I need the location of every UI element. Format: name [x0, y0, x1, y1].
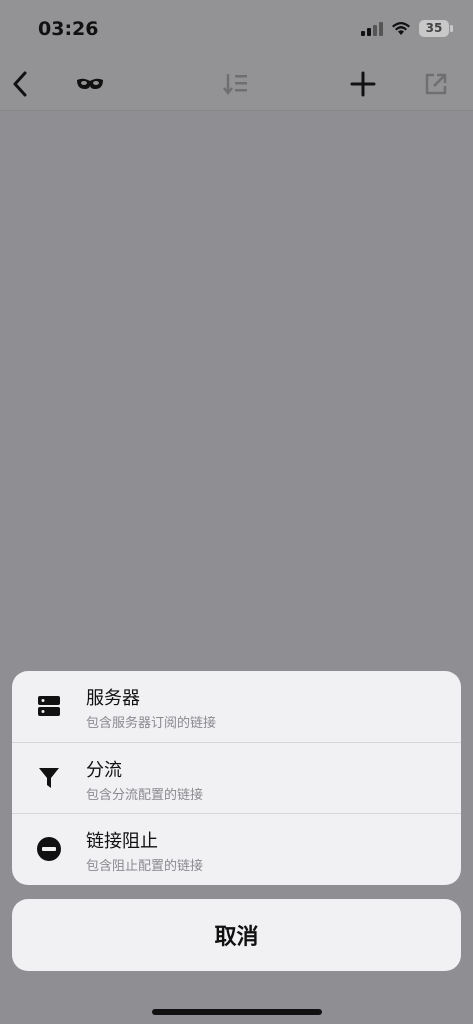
sheet-item-routing[interactable]: 分流 包含分流配置的链接: [12, 743, 461, 814]
sheet-item-server[interactable]: 服务器 包含服务器订阅的链接: [12, 671, 461, 742]
open-external-icon: [425, 73, 447, 95]
cancel-button[interactable]: 取消: [12, 899, 461, 971]
filter-icon: [36, 765, 62, 791]
add-button[interactable]: [345, 66, 381, 102]
server-icon: [36, 693, 62, 719]
sort-button[interactable]: [218, 66, 254, 102]
sheet-item-subtitle: 包含分流配置的链接: [86, 788, 204, 803]
incognito-button[interactable]: [72, 66, 108, 102]
dimmed-backdrop[interactable]: [0, 111, 473, 1024]
cellular-signal-icon: [361, 21, 383, 36]
action-sheet: 服务器 包含服务器订阅的链接 分流 包含分流配置的链接 链接阻止 包含阻止配置的…: [12, 671, 461, 885]
status-bar: 03:26 35: [0, 0, 473, 56]
share-button[interactable]: [418, 66, 454, 102]
sheet-item-subtitle: 包含服务器订阅的链接: [86, 716, 217, 731]
home-indicator: [152, 1009, 322, 1015]
sheet-item-title: 服务器: [86, 688, 140, 709]
sheet-item-title: 分流: [86, 760, 122, 781]
battery-indicator: 35: [419, 20, 453, 37]
wifi-icon: [392, 22, 410, 35]
navigation-bar: [0, 56, 473, 111]
status-icons: 35: [361, 20, 453, 37]
status-time: 03:26: [38, 18, 99, 40]
sort-icon: [223, 74, 247, 96]
plus-icon: [350, 71, 376, 97]
sheet-item-title: 链接阻止: [86, 831, 158, 852]
sheet-item-subtitle: 包含阻止配置的链接: [86, 859, 204, 874]
sheet-item-block[interactable]: 链接阻止 包含阻止配置的链接: [12, 814, 461, 885]
back-button[interactable]: [2, 66, 38, 102]
mask-icon: [77, 78, 103, 89]
block-icon: [36, 836, 62, 862]
chevron-left-icon: [13, 71, 27, 97]
